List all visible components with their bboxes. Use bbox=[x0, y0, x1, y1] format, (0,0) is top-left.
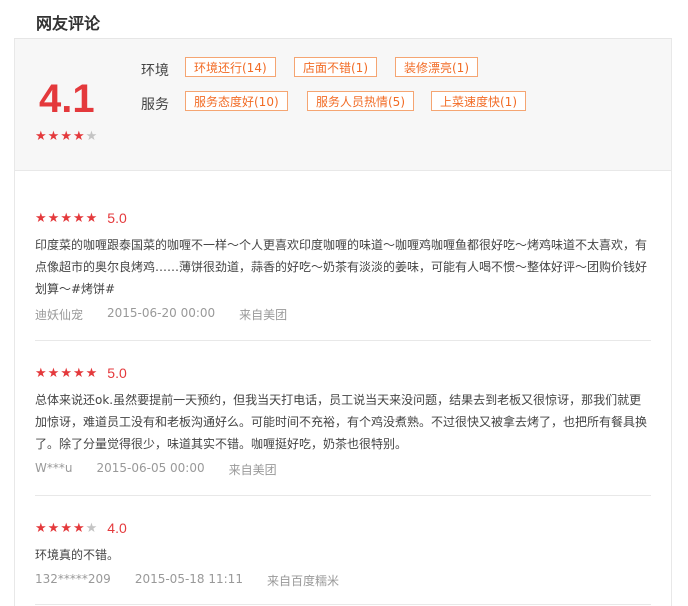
star-filled-icon: ★ bbox=[35, 210, 47, 226]
env-tag[interactable]: 环境还行(14) bbox=[185, 57, 276, 77]
review-date: 2015-05-18 11:11 bbox=[134, 572, 243, 586]
star-filled-icon: ★ bbox=[47, 520, 60, 536]
review-source: 来自百度糯米 bbox=[266, 574, 339, 588]
star-filled-icon: ★ bbox=[85, 210, 98, 226]
review-date: 2015-06-05 00:00 bbox=[96, 461, 205, 475]
review-stars: ★ ★ ★ ★ ★ bbox=[35, 522, 97, 535]
rating-summary: 4.1 ★ ★ ★ ★ ★ 环境 环境还行(14) 店面不错(1) 装修漂亮(1) 服务… bbox=[15, 39, 671, 171]
review-divider bbox=[35, 495, 651, 496]
comments-module: 网友评论 4.1 ★ ★ ★ ★ ★ 环境 环境还行(14) 店面不错(1) 装修漂亮(… bbox=[0, 0, 688, 606]
star-filled-icon: ★ bbox=[72, 129, 85, 144]
star-filled-icon: ★ bbox=[60, 129, 72, 144]
star-filled-icon: ★ bbox=[60, 210, 72, 226]
star-filled-icon: ★ bbox=[35, 365, 47, 381]
review-date: 2015-06-20 00:00 bbox=[107, 306, 216, 320]
service-tag[interactable]: 服务人员热情(5) bbox=[307, 91, 414, 111]
average-stars: ★ ★ ★ ★ ★ bbox=[35, 130, 97, 143]
star-filled-icon: ★ bbox=[47, 129, 60, 144]
service-label: 服务 bbox=[141, 97, 169, 113]
review-user[interactable]: 132*****209 bbox=[35, 572, 111, 589]
comments-panel: 4.1 ★ ★ ★ ★ ★ 环境 环境还行(14) 店面不错(1) 装修漂亮(1) 服务… bbox=[14, 39, 672, 606]
review-source: 来自美团 bbox=[228, 463, 277, 477]
review-score: 5.0 bbox=[107, 210, 127, 226]
star-filled-icon: ★ bbox=[35, 520, 47, 536]
review-user[interactable]: W***u bbox=[35, 461, 72, 478]
review-text: 印度菜的咖喱跟泰国菜的咖喱不一样～个人更喜欢印度咖喱的味道～咖喱鸡咖喱鱼都很好吃… bbox=[35, 238, 648, 296]
review-source: 来自美团 bbox=[239, 308, 288, 322]
env-label: 环境 bbox=[141, 63, 169, 79]
section-title: 网友评论 bbox=[36, 14, 101, 33]
review-item: ★ ★ ★ ★ ★ 5.0 印度菜的咖喱跟泰国菜的咖喱不一样～个人更喜欢印度咖喱的味道～… bbox=[35, 210, 651, 323]
review-divider bbox=[35, 340, 651, 341]
review-item: ★ ★ ★ ★ ★ 5.0 总体来说还ok.虽然要提前一天预约，但我当天打电话，员工说当… bbox=[35, 365, 651, 478]
service-tag[interactable]: 上菜速度快(1) bbox=[431, 91, 526, 111]
star-empty-icon: ★ bbox=[85, 129, 98, 144]
review-score: 4.0 bbox=[107, 520, 127, 536]
star-filled-icon: ★ bbox=[60, 520, 72, 536]
star-filled-icon: ★ bbox=[47, 210, 60, 226]
review-stars: ★ ★ ★ ★ ★ bbox=[35, 212, 97, 225]
env-tag[interactable]: 装修漂亮(1) bbox=[395, 57, 478, 77]
star-filled-icon: ★ bbox=[85, 365, 98, 381]
star-empty-icon: ★ bbox=[85, 520, 98, 536]
average-score: 4.1 bbox=[39, 77, 95, 121]
review-divider bbox=[35, 604, 651, 605]
star-filled-icon: ★ bbox=[72, 210, 85, 226]
star-filled-icon: ★ bbox=[72, 520, 85, 536]
env-tag[interactable]: 店面不错(1) bbox=[294, 57, 377, 77]
review-user[interactable]: 迪妖仙宠 bbox=[35, 306, 83, 323]
star-filled-icon: ★ bbox=[35, 129, 47, 144]
review-text: 总体来说还ok.虽然要提前一天预约，但我当天打电话，员工说当天来没问题，结果去到… bbox=[35, 393, 648, 451]
review-text: 环境真的不错。 bbox=[35, 548, 120, 562]
star-filled-icon: ★ bbox=[47, 365, 60, 381]
star-filled-icon: ★ bbox=[72, 365, 85, 381]
review-stars: ★ ★ ★ ★ ★ bbox=[35, 367, 97, 380]
star-filled-icon: ★ bbox=[60, 365, 72, 381]
review-item: ★ ★ ★ ★ ★ 4.0 环境真的不错。 132*****209 2015-05-18… bbox=[35, 520, 651, 589]
review-score: 5.0 bbox=[107, 365, 127, 381]
service-tag[interactable]: 服务态度好(10) bbox=[185, 91, 288, 111]
